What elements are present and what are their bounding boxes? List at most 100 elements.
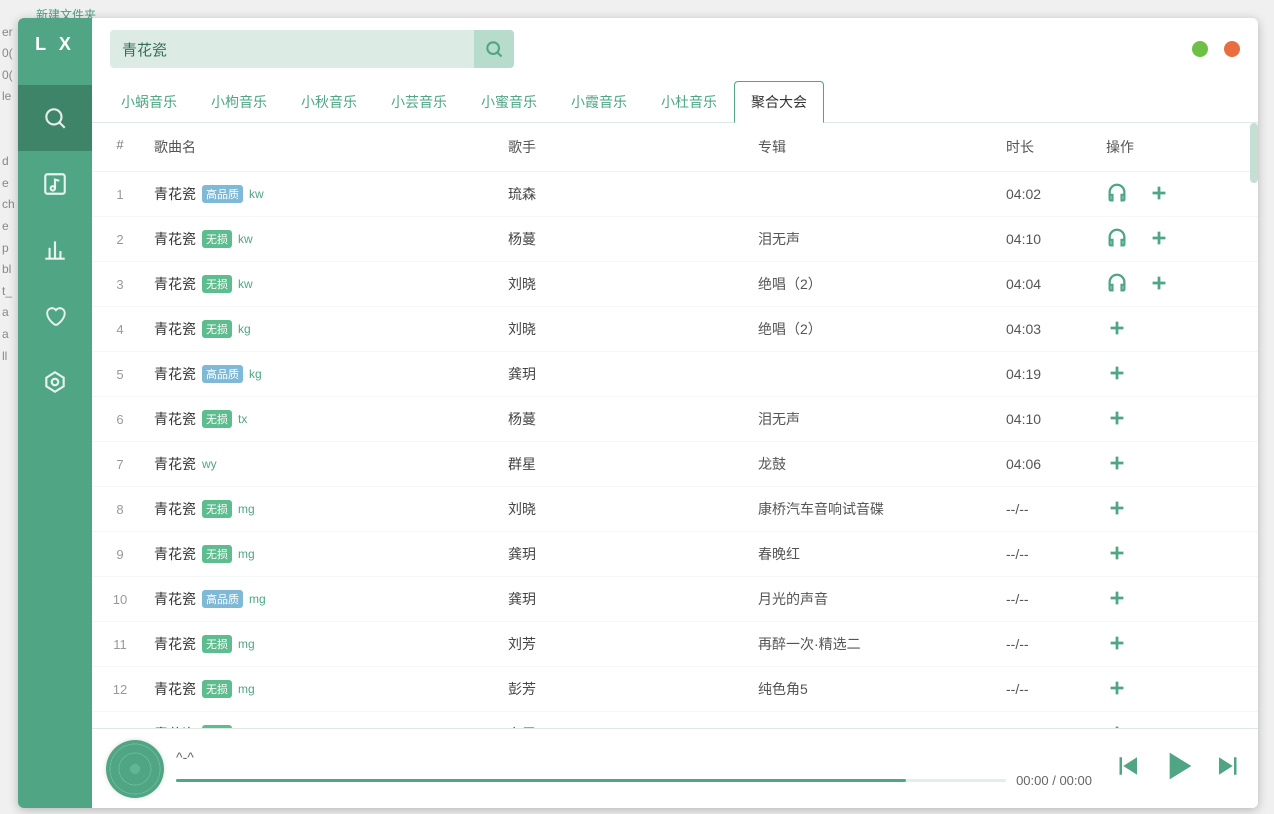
table-row[interactable]: 3青花瓷无损kw刘晓绝唱（2）04:04	[92, 262, 1258, 307]
source-tag: mg	[249, 592, 266, 606]
add-button[interactable]	[1106, 362, 1128, 387]
row-name: 青花瓷无损mg	[148, 724, 508, 728]
nav-search[interactable]	[18, 85, 92, 151]
row-artist: 刘晓	[508, 274, 758, 294]
tab-source-6[interactable]: 小杜音乐	[644, 81, 734, 123]
add-button[interactable]	[1148, 272, 1170, 297]
add-button[interactable]	[1148, 182, 1170, 207]
table-row[interactable]: 13青花瓷无损mg东霞--/--	[92, 712, 1258, 728]
row-ops	[1106, 317, 1258, 342]
player-controls	[1112, 746, 1244, 791]
quality-badge-lossless: 无损	[202, 275, 232, 293]
nav-songlist[interactable]	[18, 151, 92, 217]
col-artist-header: 歌手	[508, 137, 758, 157]
nav-favorite[interactable]	[18, 283, 92, 349]
tab-source-2[interactable]: 小秋音乐	[284, 81, 374, 123]
table-row[interactable]: 7青花瓷wy群星龙鼓04:06	[92, 442, 1258, 487]
add-button[interactable]	[1106, 587, 1128, 612]
tab-source-3[interactable]: 小芸音乐	[374, 81, 464, 123]
next-icon	[1214, 751, 1244, 781]
nav-settings[interactable]	[18, 349, 92, 415]
row-ops	[1106, 407, 1258, 432]
row-name: 青花瓷无损mg	[148, 544, 508, 564]
quality-badge-hq: 高品质	[202, 590, 243, 608]
minimize-button[interactable]	[1192, 41, 1208, 57]
search-icon	[42, 105, 68, 131]
table-row[interactable]: 11青花瓷无损mg刘芳再醉一次·精选二--/--	[92, 622, 1258, 667]
table-row[interactable]: 12青花瓷无损mg彭芳纯色角5--/--	[92, 667, 1258, 712]
row-album: 月光的声音	[758, 589, 1006, 609]
search-button[interactable]	[474, 30, 514, 68]
prev-button[interactable]	[1112, 751, 1142, 786]
row-ops	[1106, 182, 1258, 207]
row-ops	[1106, 452, 1258, 477]
row-ops	[1106, 587, 1258, 612]
row-duration: --/--	[1006, 636, 1106, 652]
col-album-header: 专辑	[758, 137, 1006, 157]
song-title: 青花瓷	[154, 229, 196, 249]
add-button[interactable]	[1106, 722, 1128, 729]
tab-source-5[interactable]: 小霞音乐	[554, 81, 644, 123]
row-duration: 04:02	[1006, 186, 1106, 202]
tab-source-7[interactable]: 聚合大会	[734, 81, 824, 123]
row-name: 青花瓷无损kg	[148, 319, 508, 339]
quality-badge-lossless: 无损	[202, 680, 232, 698]
song-title: 青花瓷	[154, 409, 196, 429]
row-ops	[1106, 362, 1258, 387]
next-button[interactable]	[1214, 751, 1244, 786]
music-file-icon	[42, 171, 68, 197]
table-row[interactable]: 4青花瓷无损kg刘晓绝唱（2）04:03	[92, 307, 1258, 352]
add-button[interactable]	[1106, 452, 1128, 477]
progress-bar[interactable]	[176, 779, 1006, 782]
row-album: 再醉一次·精选二	[758, 634, 1006, 654]
table-row[interactable]: 5青花瓷高品质kg龚玥04:19	[92, 352, 1258, 397]
listen-button[interactable]	[1106, 227, 1128, 252]
listen-button[interactable]	[1106, 272, 1128, 297]
search-input[interactable]	[110, 41, 474, 58]
tab-source-4[interactable]: 小蜜音乐	[464, 81, 554, 123]
source-tag: mg	[238, 682, 255, 696]
play-button[interactable]	[1158, 746, 1198, 791]
row-index: 11	[92, 637, 148, 652]
row-duration: --/--	[1006, 681, 1106, 697]
nav-leaderboard[interactable]	[18, 217, 92, 283]
table-row[interactable]: 8青花瓷无损mg刘晓康桥汽车音响试音碟--/--	[92, 487, 1258, 532]
table-row[interactable]: 10青花瓷高品质mg龚玥月光的声音--/--	[92, 577, 1258, 622]
tab-source-0[interactable]: 小蜗音乐	[104, 81, 194, 123]
table-row[interactable]: 9青花瓷无损mg龚玥春晚红--/--	[92, 532, 1258, 577]
tab-source-1[interactable]: 小枸音乐	[194, 81, 284, 123]
row-artist: 东霞	[508, 724, 758, 728]
row-ops	[1106, 542, 1258, 567]
add-button[interactable]	[1106, 677, 1128, 702]
results-table: # 歌曲名 歌手 专辑 时长 操作 1青花瓷高品质kw琉森04:022青花瓷无损…	[92, 123, 1258, 728]
add-button[interactable]	[1106, 317, 1128, 342]
row-ops	[1106, 272, 1258, 297]
listen-button[interactable]	[1106, 182, 1128, 207]
source-tag: wy	[202, 457, 217, 471]
row-ops	[1106, 722, 1258, 729]
add-button[interactable]	[1106, 407, 1128, 432]
source-tag: mg	[238, 502, 255, 516]
close-button[interactable]	[1224, 41, 1240, 57]
source-tag: kw	[238, 232, 253, 246]
add-button[interactable]	[1148, 227, 1170, 252]
quality-badge-lossless: 无损	[202, 545, 232, 563]
row-album: 绝唱（2）	[758, 319, 1006, 339]
table-row[interactable]: 1青花瓷高品质kw琉森04:02	[92, 172, 1258, 217]
search-box	[110, 30, 514, 68]
add-button[interactable]	[1106, 497, 1128, 522]
quality-badge-hq: 高品质	[202, 185, 243, 203]
row-artist: 龚玥	[508, 364, 758, 384]
row-index: 5	[92, 367, 148, 382]
chart-icon	[42, 237, 68, 263]
row-duration: 04:19	[1006, 366, 1106, 382]
quality-badge-lossless: 无损	[202, 320, 232, 338]
album-disc[interactable]	[106, 740, 164, 798]
progress-fill	[176, 779, 906, 782]
add-button[interactable]	[1106, 632, 1128, 657]
table-row[interactable]: 6青花瓷无损tx杨蔓泪无声04:10	[92, 397, 1258, 442]
song-title: 青花瓷	[154, 589, 196, 609]
scrollbar-thumb[interactable]	[1250, 123, 1258, 183]
table-row[interactable]: 2青花瓷无损kw杨蔓泪无声04:10	[92, 217, 1258, 262]
add-button[interactable]	[1106, 542, 1128, 567]
